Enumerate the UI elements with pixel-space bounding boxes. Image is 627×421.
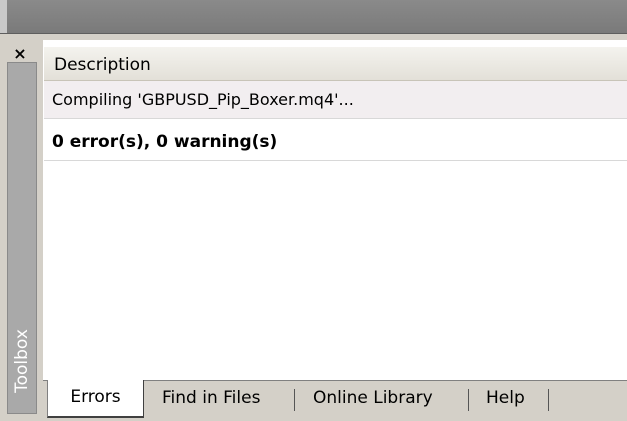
column-header-description[interactable]: Description <box>44 46 627 81</box>
output-panel: Description Compiling 'GBPUSD_Pip_Boxer.… <box>43 40 627 381</box>
tab-online-library[interactable]: Online Library <box>313 381 433 415</box>
toolbox-tab-label: Toolbox <box>12 329 32 393</box>
title-strip <box>0 0 627 34</box>
close-icon[interactable]: × <box>10 44 30 64</box>
table-row[interactable]: Compiling 'GBPUSD_Pip_Boxer.mq4'... <box>44 81 627 119</box>
tab-bar: Errors Find in Files Online Library Help <box>43 380 627 421</box>
column-header-label: Description <box>54 55 151 75</box>
tab-separator <box>294 389 295 411</box>
toolbox-tab[interactable]: Toolbox <box>7 62 37 414</box>
tab-help[interactable]: Help <box>486 381 525 415</box>
toolbox-window: × Toolbox Description Compiling 'GBPUSD_… <box>0 0 627 421</box>
row-text: Compiling 'GBPUSD_Pip_Boxer.mq4'... <box>52 90 354 109</box>
title-strip-edge <box>0 0 7 33</box>
tab-errors[interactable]: Errors <box>47 380 144 418</box>
row-text: 0 error(s), 0 warning(s) <box>52 132 278 152</box>
tab-separator <box>468 389 469 411</box>
tab-separator <box>548 389 549 411</box>
table-row[interactable]: 0 error(s), 0 warning(s) <box>44 123 627 161</box>
tab-find-in-files[interactable]: Find in Files <box>162 381 260 415</box>
